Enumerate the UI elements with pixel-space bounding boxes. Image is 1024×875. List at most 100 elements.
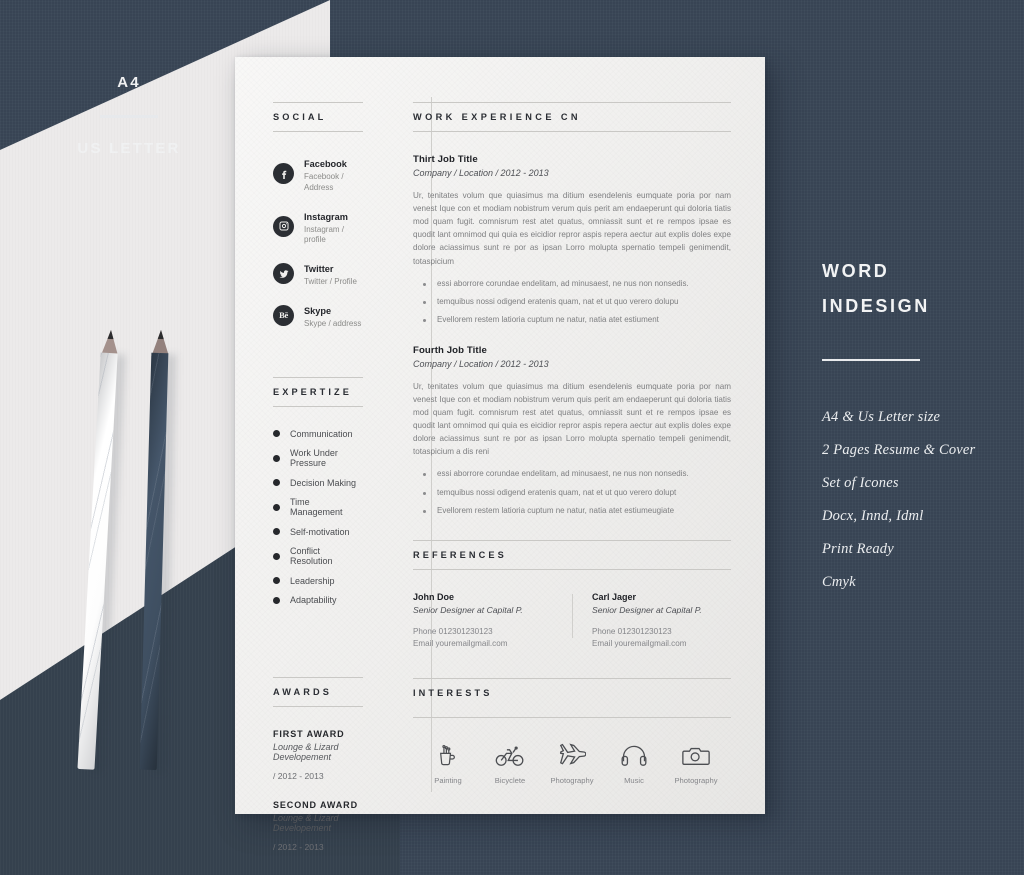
headphones-icon (603, 738, 665, 768)
social-name: Twitter (304, 264, 334, 275)
bullet-dot-icon (273, 552, 280, 560)
social-name: Skype (304, 305, 332, 316)
social-list: Facebook Facebook / Address Instagram In… (273, 154, 363, 330)
job-title: Fourth Job Title (413, 344, 487, 356)
job-bullet: temquibus nossi odigend eratenis quam, n… (413, 487, 731, 499)
reference-item: Carl Jager Senior Designer at Capital P.… (572, 592, 731, 648)
skill-item: Work Under Pressure (273, 448, 363, 468)
poster-stage: A4 US LETTER SOCIAL Facebook Facebook / … (0, 0, 1024, 875)
social-item-twitter[interactable]: Twitter Twitter / Profile (273, 259, 363, 288)
award-subtitle: Lounge & Lizard Developement (273, 813, 339, 834)
pencils-group (60, 329, 260, 800)
pencil-navy (139, 329, 177, 773)
label-us-letter: US LETTER (77, 139, 181, 157)
interest-item: Photography (541, 738, 603, 785)
skill-item: Adaptability (273, 595, 363, 605)
reference-phone: Phone 012301230123 (413, 626, 493, 636)
social-item-instagram[interactable]: Instagram Instagram / profile (273, 207, 363, 247)
bullet-dot-icon (273, 528, 280, 536)
skill-label: Communication (290, 428, 353, 439)
feature-item: Docx, Innd, Idml (822, 508, 924, 524)
skill-label: Work Under Pressure (290, 448, 338, 469)
interest-label: Painting (434, 775, 462, 785)
instagram-icon (273, 215, 294, 237)
job-bullet: Evellorem restem latioria cuptum ne natu… (413, 314, 731, 326)
job-bullet: essi aborrore corundae endelitam, ad min… (413, 468, 731, 480)
references-list: John Doe Senior Designer at Capital P. P… (413, 592, 731, 648)
skill-item: Time Management (273, 497, 363, 517)
reference-role: Senior Designer at Capital P. (413, 604, 523, 615)
right-info-panel: WORD INDESIGN A4 & Us Letter size 2 Page… (822, 262, 1022, 591)
award-date: / 2012 - 2013 (273, 842, 324, 853)
feature-item: Set of Iconеs (822, 475, 899, 491)
award-title: FIRST AWARD (273, 729, 345, 740)
interest-item: Photography (665, 738, 727, 785)
social-handle: Instagram / profile (304, 224, 345, 245)
painting-icon (417, 738, 479, 768)
resume-right-column: WORK EXPERIENCE CN Thirt Job Title Compa… (385, 57, 765, 814)
skill-label: Self-motivation (290, 526, 350, 537)
skill-item: Leadership (273, 576, 363, 586)
panel-divider (822, 359, 920, 361)
feature-item: 2 Pages Resume & Cover (822, 442, 976, 458)
interest-item: Music (603, 738, 665, 785)
social-handle: Skype / address (304, 318, 362, 328)
skill-item: Conflict Resolution (273, 546, 363, 566)
section-heading-work-experience: WORK EXPERIENCE CN (413, 102, 731, 132)
interest-item: Bicyclete (479, 738, 541, 785)
job-bullet: temquibus nossi odigend eratenis quam, n… (413, 296, 731, 308)
skill-label: Time Management (290, 497, 343, 518)
reference-email: Email youremailgmail.com (592, 638, 687, 648)
section-heading-references: REFERENCES (413, 539, 731, 570)
award-date: / 2012 - 2013 (273, 771, 324, 782)
bullet-dot-icon (273, 479, 280, 487)
social-name: Facebook (304, 159, 347, 169)
social-text: Facebook Facebook / Address (304, 154, 363, 194)
reference-name: Carl Jager (592, 591, 637, 602)
skill-label: Conflict Resolution (290, 546, 333, 567)
skill-item: Decision Making (273, 478, 363, 488)
panel-feature-list: A4 & Us Letter size 2 Pages Resume & Cov… (822, 409, 1022, 591)
behance-glyph: Bē (279, 310, 288, 321)
job-title: Thirt Job Title (413, 154, 478, 165)
bullet-dot-icon (273, 503, 280, 511)
skill-label: Decision Making (290, 477, 357, 488)
reference-email: Email youremailgmail.com (413, 638, 508, 648)
resume-left-column: SOCIAL Facebook Facebook / Address Insta… (235, 57, 385, 852)
section-heading-social: SOCIAL (273, 102, 363, 132)
format-labels: A4 US LETTER (0, 74, 258, 157)
job-bullet-list: essi aborrore corundae endelitam, ad min… (413, 278, 731, 327)
behance-icon: Bē (273, 304, 294, 326)
social-item-facebook[interactable]: Facebook Facebook / Address (273, 154, 363, 194)
reference-name: John Doe (413, 591, 455, 602)
reference-item: John Doe Senior Designer at Capital P. P… (413, 592, 572, 648)
job-bullet-list: essi aborrore corundae endelitam, ad min… (413, 468, 731, 517)
job-bullet: essi aborrore corundae endelitam, ad min… (413, 278, 731, 290)
skill-list: Communication Work Under Pressure Decisi… (273, 428, 363, 605)
award-title: SECOND AWARD (273, 800, 358, 811)
social-item-skype[interactable]: Bē Skype Skype / address (273, 301, 363, 330)
section-heading-awards: AWARDS (273, 677, 363, 708)
interest-label: Music (624, 775, 644, 785)
interest-item: Painting (417, 738, 479, 785)
skill-label: Adaptability (290, 595, 337, 606)
social-text: Instagram Instagram / profile (304, 207, 363, 247)
interest-label: Photography (674, 775, 718, 785)
interest-label: Photography (550, 775, 594, 785)
label-a4: A4 (117, 74, 141, 91)
bullet-dot-icon (273, 596, 280, 604)
feature-item: A4 & Us Letter size (822, 409, 941, 425)
facebook-icon (273, 163, 294, 185)
feature-item: Print Ready (822, 541, 894, 557)
job-meta: Company / Location / 2012 - 2013 (413, 358, 549, 369)
job-bullet: Evellorem restem latioria cuptum ne natu… (413, 505, 731, 517)
resume-sheet: SOCIAL Facebook Facebook / Address Insta… (235, 57, 765, 852)
bullet-dot-icon (273, 577, 280, 585)
awards-section: AWARDS FIRST AWARD Lounge & Lizard Devel… (273, 677, 363, 852)
bullet-dot-icon (273, 454, 280, 462)
award-item: FIRST AWARD Lounge & Lizard Developement… (273, 729, 363, 781)
job-meta: Company / Location / 2012 - 2013 (413, 168, 549, 178)
social-handle: Facebook / Address (304, 172, 344, 192)
panel-title-indesign: INDESIGN (822, 296, 930, 316)
social-text: Skype Skype / address (304, 301, 361, 330)
